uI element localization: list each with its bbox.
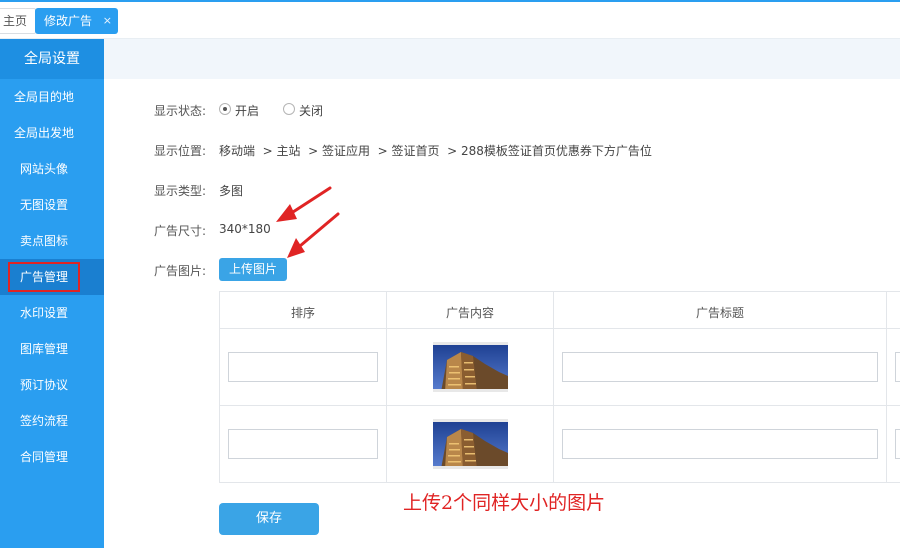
arrow-icon: [287, 212, 340, 258]
annotation-arrows: [276, 186, 340, 258]
arrow-icon: [276, 186, 332, 222]
